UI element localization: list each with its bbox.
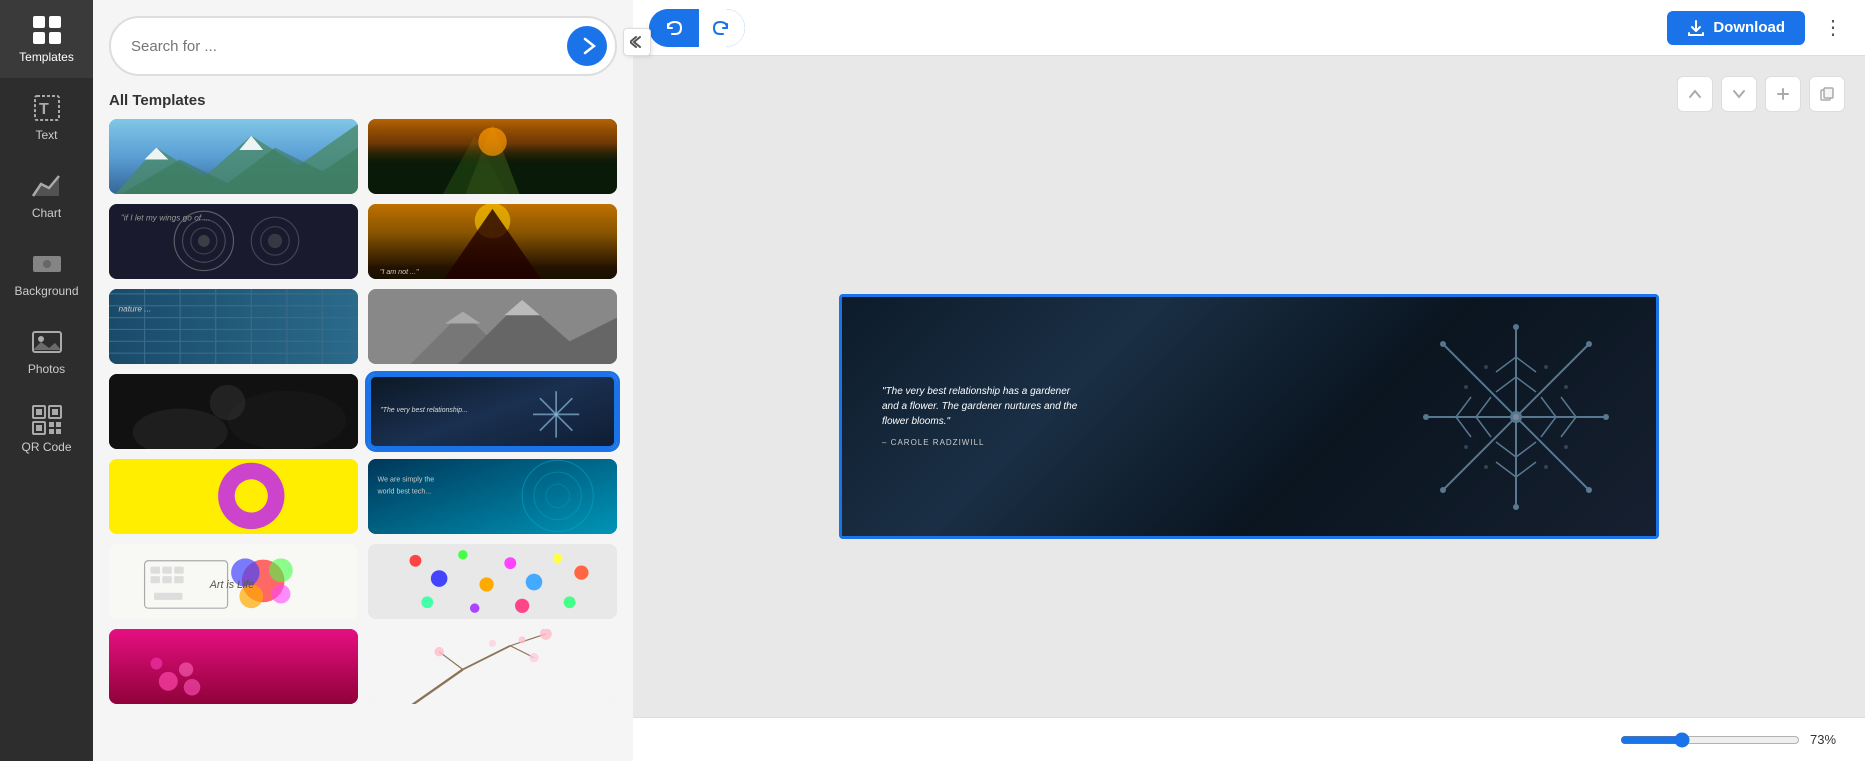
svg-text:We are simply the: We are simply the <box>377 476 434 484</box>
sidebar-item-templates[interactable]: Templates <box>0 0 93 78</box>
template-thumb-12[interactable] <box>368 544 617 619</box>
sidebar-item-chart[interactable]: Chart <box>0 156 93 234</box>
template-thumb-9[interactable] <box>109 459 358 534</box>
text-icon: T <box>31 92 63 124</box>
zoom-slider[interactable] <box>1620 732 1800 748</box>
sidebar-item-label: Templates <box>19 50 74 64</box>
slide-background: "The very best relationship has a garden… <box>842 297 1656 536</box>
template-thumb-11[interactable]: Art is Life <box>109 544 358 619</box>
template-thumb-4[interactable]: "I am not ..." <box>368 204 617 279</box>
top-toolbar: Download ⋮ <box>633 0 1865 56</box>
sidebar-item-label: Photos <box>28 362 65 376</box>
slide-canvas[interactable]: "The very best relationship has a garden… <box>839 294 1659 539</box>
template-thumb-3[interactable]: "if I let my wings go of ... <box>109 204 358 279</box>
quote-text: "The very best relationship has a garden… <box>882 384 1082 429</box>
sidebar-item-qrcode[interactable]: QR Code <box>0 390 93 468</box>
template-thumb-10[interactable]: We are simply the world best tech... <box>368 459 617 534</box>
zoom-label: 73% <box>1810 732 1845 747</box>
download-button[interactable]: Download <box>1667 11 1805 45</box>
slide-copy-button[interactable] <box>1809 76 1845 112</box>
sidebar-item-background[interactable]: Background <box>0 234 93 312</box>
template-thumb-5[interactable]: nature ... <box>109 289 358 364</box>
slide-quote: "The very best relationship has a garden… <box>882 384 1082 450</box>
template-thumb-1[interactable] <box>109 119 358 194</box>
template-thumb-6[interactable] <box>368 289 617 364</box>
panel-title: All Templates <box>93 84 633 119</box>
sidebar-item-text[interactable]: T Text <box>0 78 93 156</box>
quote-author: – CAROLE RADZIWILL <box>882 437 1082 450</box>
background-icon <box>31 248 63 280</box>
svg-text:"I am not ...": "I am not ..." <box>380 268 419 276</box>
slide-controls <box>1677 76 1845 112</box>
template-grid-container: "if I let my wings go of ... <box>109 119 617 704</box>
canvas-area: Download ⋮ <box>633 0 1865 761</box>
svg-text:T: T <box>39 101 49 118</box>
search-bar <box>109 16 617 76</box>
sidebar: Templates T Text Chart Background <box>0 0 93 761</box>
sidebar-item-label: Chart <box>32 206 61 220</box>
redo-button[interactable] <box>697 9 745 47</box>
template-thumb-8[interactable]: "The very best relationship... <box>368 374 617 449</box>
templates-panel: All Templates <box>93 0 633 761</box>
svg-text:"if I let my wings go of ...: "if I let my wings go of ... <box>121 213 210 223</box>
collapse-panel-button[interactable] <box>623 28 651 56</box>
undo-button[interactable] <box>649 9 697 47</box>
template-thumb-14[interactable] <box>368 629 617 704</box>
template-thumb-7[interactable] <box>109 374 358 449</box>
undo-redo-group <box>649 9 745 47</box>
grid-icon <box>31 14 63 46</box>
sidebar-item-label: Text <box>35 128 57 142</box>
qr-icon <box>31 404 63 436</box>
snowflake-decoration <box>1416 317 1616 517</box>
toolbar-right: Download ⋮ <box>1667 11 1849 45</box>
sidebar-item-label: QR Code <box>21 440 71 454</box>
search-button[interactable] <box>567 26 607 66</box>
sidebar-item-photos[interactable]: Photos <box>0 312 93 390</box>
panel-header <box>93 0 633 84</box>
sidebar-item-label: Background <box>14 284 78 298</box>
slide-wrapper: "The very best relationship has a garden… <box>839 294 1659 539</box>
slide-up-button[interactable] <box>1677 76 1713 112</box>
template-thumb-2[interactable] <box>368 119 617 194</box>
more-options-button[interactable]: ⋮ <box>1817 12 1849 44</box>
template-thumb-13[interactable] <box>109 629 358 704</box>
svg-text:"The very best relationship...: "The very best relationship... <box>380 407 468 414</box>
zoom-bar: 73% <box>633 717 1865 761</box>
photos-icon <box>31 326 63 358</box>
toolbar-left <box>649 9 745 47</box>
search-input[interactable] <box>131 38 559 55</box>
templates-grid: "if I let my wings go of ... <box>93 119 633 761</box>
canvas-container: "The very best relationship has a garden… <box>633 56 1865 717</box>
chart-icon <box>31 170 63 202</box>
svg-text:nature ...: nature ... <box>118 304 151 314</box>
svg-text:world best tech...: world best tech... <box>376 488 431 496</box>
download-label: Download <box>1713 19 1785 36</box>
svg-text:Art is Life: Art is Life <box>209 579 254 591</box>
slide-add-button[interactable] <box>1765 76 1801 112</box>
slide-down-button[interactable] <box>1721 76 1757 112</box>
